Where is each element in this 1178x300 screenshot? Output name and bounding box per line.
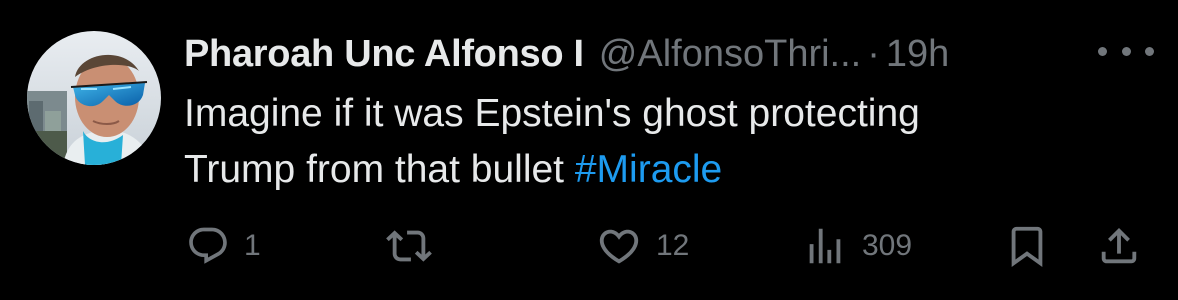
- views-count: 309: [862, 229, 913, 262]
- share-icon: [1096, 223, 1142, 269]
- reply-button[interactable]: 1: [186, 218, 261, 274]
- heart-icon: [596, 223, 642, 269]
- tweet-text: Imagine if it was Epstein's ghost protec…: [184, 86, 1084, 198]
- like-button[interactable]: 12: [596, 218, 689, 274]
- avatar[interactable]: [27, 31, 161, 165]
- more-dots-icon[interactable]: [1098, 36, 1154, 66]
- action-bar: 1 12 309: [0, 218, 1178, 274]
- tweet-text-line-2-text: Trump from that bullet: [184, 148, 575, 191]
- retweet-button[interactable]: [386, 218, 446, 274]
- hashtag-link[interactable]: #Miracle: [575, 148, 722, 191]
- user-handle[interactable]: @AlfonsoThri...: [599, 24, 861, 84]
- bookmark-button[interactable]: [1004, 218, 1050, 274]
- views-button[interactable]: 309: [802, 218, 912, 274]
- tweet[interactable]: Pharoah Unc Alfonso I @AlfonsoThri... · …: [0, 0, 1178, 300]
- separator-dot: ·: [867, 33, 880, 75]
- retweet-icon: [386, 223, 432, 269]
- timestamp[interactable]: 19h: [886, 24, 949, 84]
- tweet-header: Pharoah Unc Alfonso I @AlfonsoThri... · …: [184, 24, 949, 84]
- views-icon: [802, 223, 848, 269]
- reply-count: 1: [244, 229, 261, 262]
- reply-icon: [186, 224, 230, 268]
- share-button[interactable]: [1096, 218, 1142, 274]
- tweet-text-line-1: Imagine if it was Epstein's ghost protec…: [184, 92, 920, 135]
- tweet-text-line-2: Trump from that bullet #Miracle: [184, 142, 1084, 198]
- bookmark-icon: [1004, 223, 1050, 269]
- like-count: 12: [656, 229, 690, 262]
- display-name[interactable]: Pharoah Unc Alfonso I: [184, 24, 584, 84]
